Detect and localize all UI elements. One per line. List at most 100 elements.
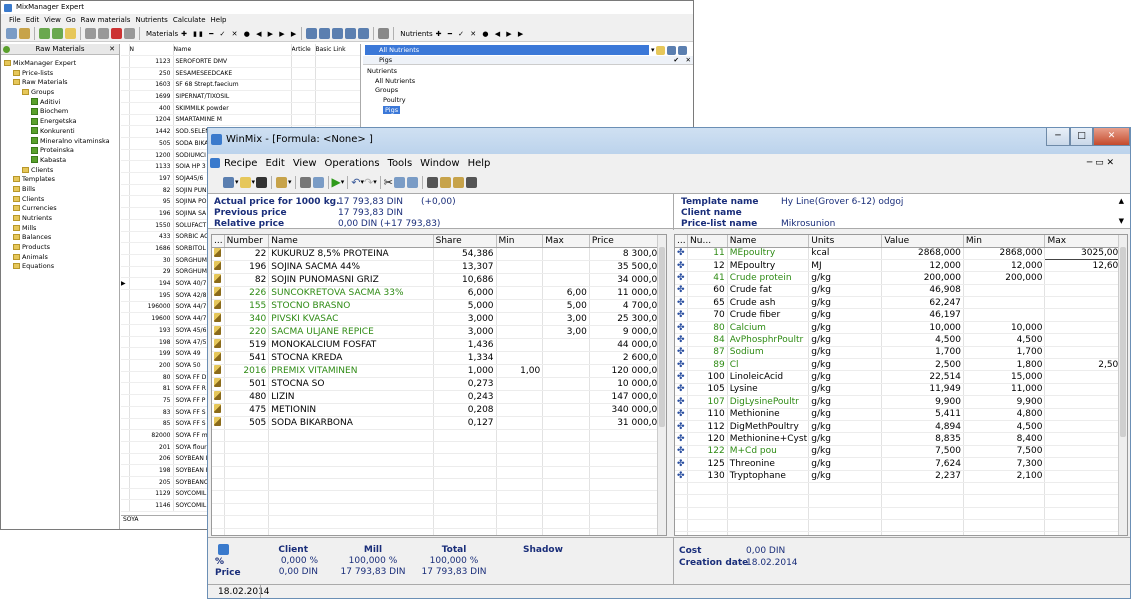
cell-price[interactable]: 35 500,00 (589, 260, 666, 274)
cell-name[interactable]: SOJINA SACMA 44% (268, 260, 434, 274)
tree-item[interactable]: Currencies (1, 204, 119, 214)
cell-name[interactable]: AvPhosphrPoultr (727, 333, 810, 347)
maximize-button[interactable]: □ (1070, 128, 1093, 146)
table-row[interactable]: ✤ 120 Methionine+Cyst g/kg 8,835 8,400 (675, 432, 1127, 446)
cell-num[interactable]: 340 (224, 312, 270, 326)
cell-value[interactable]: 12,000 (881, 259, 964, 273)
table-row[interactable]: ✤ 89 Cl g/kg 2,500 1,800 2,500 (675, 358, 1127, 372)
cell-max[interactable] (1044, 370, 1127, 384)
cell-value[interactable]: 4,894 (881, 420, 964, 434)
tree-item[interactable]: Aditivi (1, 98, 119, 108)
cell-num[interactable]: 112 (687, 420, 728, 434)
cell-max[interactable]: 2,500 (1044, 358, 1127, 372)
folder-icon[interactable] (655, 45, 665, 55)
cell-max[interactable] (1044, 432, 1127, 446)
cell-value[interactable]: 46,908 (881, 284, 964, 298)
pencil-icon[interactable] (212, 364, 225, 378)
cell-num[interactable]: 87 (687, 346, 728, 360)
cell-min[interactable]: 7,500 (963, 445, 1046, 459)
undo-icon[interactable]: ↶ (351, 176, 360, 189)
tree-item[interactable]: Nutrients (1, 214, 119, 224)
cell-max[interactable] (542, 260, 590, 274)
tree-item[interactable]: Price-lists (1, 69, 119, 79)
vertical-scrollbar[interactable] (657, 235, 666, 535)
cell-name[interactable]: LIZIN (268, 390, 434, 404)
cell-price[interactable]: 8 300,00 (589, 247, 666, 261)
cell-name[interactable]: DigMethPoultry (727, 420, 810, 434)
tree-item[interactable]: Templates (1, 175, 119, 185)
cell-min[interactable]: 1,800 (963, 358, 1046, 372)
cell-max[interactable] (1044, 445, 1127, 459)
column-header[interactable]: Price (589, 235, 666, 248)
cell-min[interactable]: 11,000 (963, 383, 1046, 397)
table-row[interactable]: 1204 SMARTAMINE M (121, 114, 360, 127)
column-header[interactable]: ... (212, 235, 225, 248)
cell-max[interactable]: 3,00 (542, 325, 590, 339)
table-row[interactable]: ✤ 41 Crude protein g/kg 200,000 200,000 (675, 271, 1127, 285)
pencil-icon[interactable] (212, 403, 225, 417)
cell-max[interactable] (542, 390, 590, 404)
cell-min[interactable] (963, 284, 1046, 298)
cell-max[interactable] (542, 338, 590, 352)
table-row[interactable]: 2016 PREMIX VITAMINEN 1,000 1,00 120 000,00 (212, 364, 666, 378)
cell-max[interactable] (1044, 408, 1127, 421)
cell-name[interactable]: SODA BIKARBONA (268, 416, 434, 430)
view-icon[interactable] (319, 28, 331, 39)
table-row[interactable]: ✤ 11 MEpoultry kcal 2868,000 2868,000 3025,000 (675, 246, 1127, 260)
menu-go[interactable]: Go (66, 16, 76, 24)
table-row[interactable]: 1603 SF 68 Strept.faecium (121, 79, 360, 92)
redo-icon[interactable]: ↷ (364, 176, 373, 189)
cell-max[interactable] (1044, 420, 1127, 434)
cell-num[interactable]: 125 (687, 457, 728, 471)
cell-share[interactable]: 5,000 (433, 299, 497, 313)
pencil-icon[interactable] (212, 351, 225, 365)
cell-units[interactable]: g/kg (808, 383, 883, 397)
column-header[interactable]: Number (224, 235, 270, 248)
tree-item[interactable]: Clients (1, 166, 119, 176)
list-icon[interactable] (677, 45, 687, 55)
cell-min[interactable] (963, 308, 1046, 322)
cell-share[interactable]: 1,000 (433, 364, 497, 378)
cell-max[interactable] (1044, 284, 1127, 298)
cell-units[interactable]: g/kg (808, 271, 883, 285)
cell-price[interactable]: 340 000,00 (589, 403, 666, 417)
cell-num[interactable]: 11 (687, 247, 728, 260)
cell-min[interactable]: 7,300 (963, 457, 1046, 471)
table-row[interactable]: ✤ 125 Threonine g/kg 7,624 7,300 (675, 457, 1127, 471)
table-row[interactable]: 541 STOCNA KREDA 1,334 2 600,00 (212, 351, 666, 365)
cell-min[interactable]: 1,00 (496, 364, 544, 378)
cell-name[interactable]: PIVSKI KVASAC (268, 312, 434, 326)
cell-num[interactable]: 22 (224, 247, 270, 261)
cell-num[interactable]: 65 (687, 296, 728, 310)
table-row[interactable]: 505 SODA BIKARBONA 0,127 31 000,00 (212, 416, 666, 430)
cell-name[interactable]: KUKURUZ 8,5% PROTEINA (268, 247, 434, 261)
menu-window[interactable]: Window (420, 158, 459, 169)
cell-num[interactable]: 541 (224, 351, 270, 365)
cell-num[interactable]: 130 (687, 470, 728, 483)
nutrient-tree-item[interactable]: Groups (367, 86, 693, 96)
cell-name[interactable]: MEpoultry (727, 247, 810, 260)
table-row[interactable]: ✤ 130 Tryptophane g/kg 2,237 2,100 (675, 470, 1127, 483)
cell-value[interactable]: 10,000 (881, 321, 964, 335)
chart-icon[interactable] (452, 176, 464, 188)
column-header[interactable]: Max (1044, 235, 1127, 248)
cell-min[interactable] (496, 377, 544, 391)
cell-name[interactable]: MEpoultry (727, 259, 810, 273)
pencil-icon[interactable] (212, 247, 225, 261)
cell-units[interactable]: g/kg (808, 445, 883, 459)
cell-value[interactable]: 22,514 (881, 370, 964, 384)
cell-max[interactable]: 5,00 (542, 299, 590, 313)
table-row[interactable]: 519 MONOKALCIUM FOSFAT 1,436 44 000,00 (212, 338, 666, 352)
cell-num[interactable]: 12 (687, 259, 728, 273)
cell-min[interactable]: 2,100 (963, 470, 1046, 483)
tree-item[interactable]: MixManager Expert (1, 59, 119, 69)
cell-value[interactable]: 2,500 (881, 358, 964, 372)
cell-name[interactable]: DigLysinePoultr (727, 395, 810, 409)
cell-name[interactable]: Crude fat (727, 284, 810, 298)
cell-min[interactable] (496, 312, 544, 326)
cell-name[interactable]: Lysine (727, 383, 810, 397)
cell-min[interactable]: 2868,000 (963, 247, 1046, 260)
cell-max[interactable] (1044, 383, 1127, 397)
cell-num[interactable]: 2016 (224, 364, 270, 378)
cell-price[interactable]: 34 000,00 (589, 273, 666, 287)
